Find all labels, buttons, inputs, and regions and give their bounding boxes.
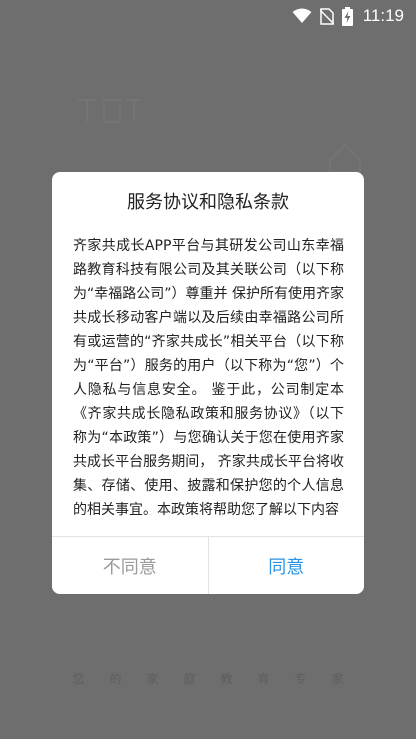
dialog-title: 服务协议和隐私条款 [127,192,289,213]
agree-button[interactable]: 同意 [208,537,364,594]
dialog-footer: 不同意 同意 [52,536,364,594]
disagree-button[interactable]: 不同意 [52,537,209,594]
background-tagline: 您的家庭教育专家 [72,672,369,686]
privacy-agreement-dialog: 服务协议和隐私条款 齐家共成长APP平台与其研发公司山东幸福路教育科技有限公司及… [52,172,364,594]
agreement-text-scroll[interactable]: 齐家共成长APP平台与其研发公司山东幸福路教育科技有限公司及其关联公司（以下称为… [52,230,364,536]
